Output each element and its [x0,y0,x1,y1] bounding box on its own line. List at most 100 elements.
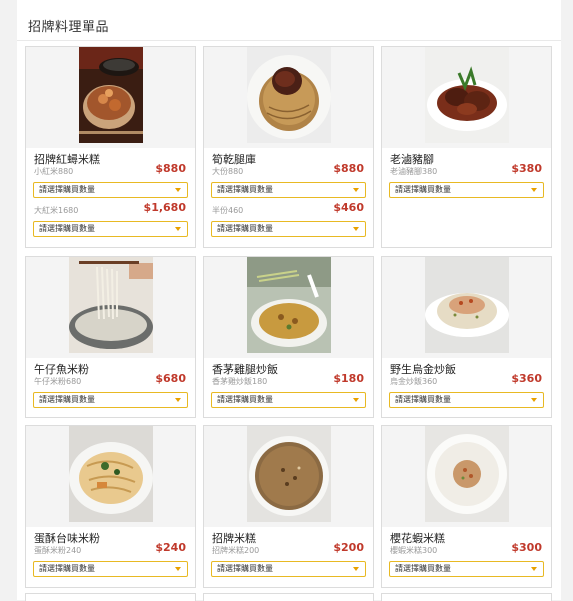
variant-label: 香茅雞炒飯180 [212,377,268,386]
product-image[interactable] [382,426,551,527]
dish-image [68,257,153,353]
variant-label: 小紅米880 [34,167,74,176]
price: $200 [333,541,364,554]
variant-label: 老滷豬腳380 [390,167,438,176]
dish-image [246,47,331,143]
price: $880 [333,162,364,175]
select-placeholder: 請選擇購買數量 [395,395,451,404]
product-image[interactable] [382,257,551,358]
caret-down-icon [175,188,181,192]
product-name: 櫻花蝦米糕 [390,532,445,545]
dish-image [78,47,143,143]
product-image[interactable] [26,257,195,358]
dish-image [424,426,509,522]
product-image[interactable] [26,426,195,527]
variant-label: 招牌米糕200 [212,546,260,555]
select-placeholder: 請選擇購買數量 [39,395,95,404]
product-name: 午仔魚米粉 [34,363,89,376]
caret-down-icon [353,398,359,402]
product-image[interactable] [204,47,373,148]
product-name: 招牌紅蟳米糕 [34,153,100,166]
section-title: 招牌料理單品 [28,20,110,35]
product-photo [68,426,153,522]
quantity-select[interactable]: 請選擇購買數量 [211,221,366,237]
price: $460 [333,201,364,214]
product-name: 蛋酥台味米粉 [34,532,100,545]
select-placeholder: 請選擇購買數量 [39,564,95,573]
quantity-select[interactable]: 請選擇購買數量 [33,392,188,408]
price: $240 [155,541,186,554]
product-name: 香茅雞腿炒飯 [212,363,278,376]
product-photo [78,47,143,143]
product-photo [424,257,509,353]
variant-label: 櫻蝦米糕300 [390,546,438,555]
quantity-select[interactable]: 請選擇購買數量 [389,392,544,408]
select-placeholder: 請選擇購買數量 [39,185,95,194]
select-placeholder: 請選擇購買數量 [217,564,273,573]
divider [17,40,561,41]
caret-down-icon [175,567,181,571]
quantity-select[interactable]: 請選擇購買數量 [389,561,544,577]
product-image[interactable] [26,47,195,148]
quantity-select[interactable]: 請選擇購買數量 [211,392,366,408]
product-card: 招牌紅蟳米糕 小紅米880 $880 請選擇購買數量 大紅米1680 $1,68… [25,46,196,248]
price: $880 [155,162,186,175]
product-card: 香茅雞腿炒飯 香茅雞炒飯180 $180 請選擇購買數量 [203,256,374,418]
product-photo [424,47,509,143]
product-name: 老滷豬腳 [390,153,434,166]
quantity-select[interactable]: 請選擇購買數量 [33,182,188,198]
product-photo [424,426,509,522]
select-placeholder: 請選擇購買數量 [217,224,273,233]
product-photo [68,257,153,353]
product-name: 野生烏金炒飯 [390,363,456,376]
caret-down-icon [175,227,181,231]
variant-label: 午仔米粉680 [34,377,82,386]
variant-label: 大份880 [212,167,244,176]
quantity-select[interactable]: 請選擇購買數量 [33,221,188,237]
variant-label: 大紅米1680 [34,206,79,215]
product-card: 筍乾腿庫 大份880 $880 請選擇購買數量 半份460 $460 請選擇購買… [203,46,374,248]
price: $300 [511,541,542,554]
variant-label: 半份460 [212,206,244,215]
variant-label: 烏金炒飯360 [390,377,438,386]
dish-image [424,257,509,353]
product-card: 櫻花蝦米糕 櫻蝦米糕300 $300 請選擇購買數量 [381,425,552,588]
product-photo [246,257,331,353]
price: $360 [511,372,542,385]
caret-down-icon [531,567,537,571]
quantity-select[interactable]: 請選擇購買數量 [211,561,366,577]
price: $1,680 [143,201,186,214]
dish-image [424,47,509,143]
caret-down-icon [353,227,359,231]
price: $180 [333,372,364,385]
dish-image [246,426,331,522]
dish-image [246,257,331,353]
select-placeholder: 請選擇購買數量 [395,185,451,194]
select-placeholder: 請選擇購買數量 [217,395,273,404]
product-card: 老滷豬腳 老滷豬腳380 $380 請選擇購買數量 [381,46,552,248]
product-image[interactable] [382,47,551,148]
caret-down-icon [531,188,537,192]
select-placeholder: 請選擇購買數量 [39,224,95,233]
quantity-select[interactable]: 請選擇購買數量 [389,182,544,198]
product-photo [246,426,331,522]
caret-down-icon [531,398,537,402]
caret-down-icon [353,188,359,192]
product-photo [246,47,331,143]
select-placeholder: 請選擇購買數量 [395,564,451,573]
product-image[interactable] [204,426,373,527]
product-name: 招牌米糕 [212,532,256,545]
caret-down-icon [353,567,359,571]
product-card: 招牌米糕 招牌米糕200 $200 請選擇購買數量 [203,425,374,588]
select-placeholder: 請選擇購買數量 [217,185,273,194]
product-card: 午仔魚米粉 午仔米粉680 $680 請選擇購買數量 [25,256,196,418]
price: $680 [155,372,186,385]
quantity-select[interactable]: 請選擇購買數量 [211,182,366,198]
quantity-select[interactable]: 請選擇購買數量 [33,561,188,577]
product-name: 筍乾腿庫 [212,153,256,166]
product-card: 野生烏金炒飯 烏金炒飯360 $360 請選擇購買數量 [381,256,552,418]
dish-image [68,426,153,522]
product-card: 蛋酥台味米粉 蛋酥米粉240 $240 請選擇購買數量 [25,425,196,588]
price: $380 [511,162,542,175]
product-image[interactable] [204,257,373,358]
